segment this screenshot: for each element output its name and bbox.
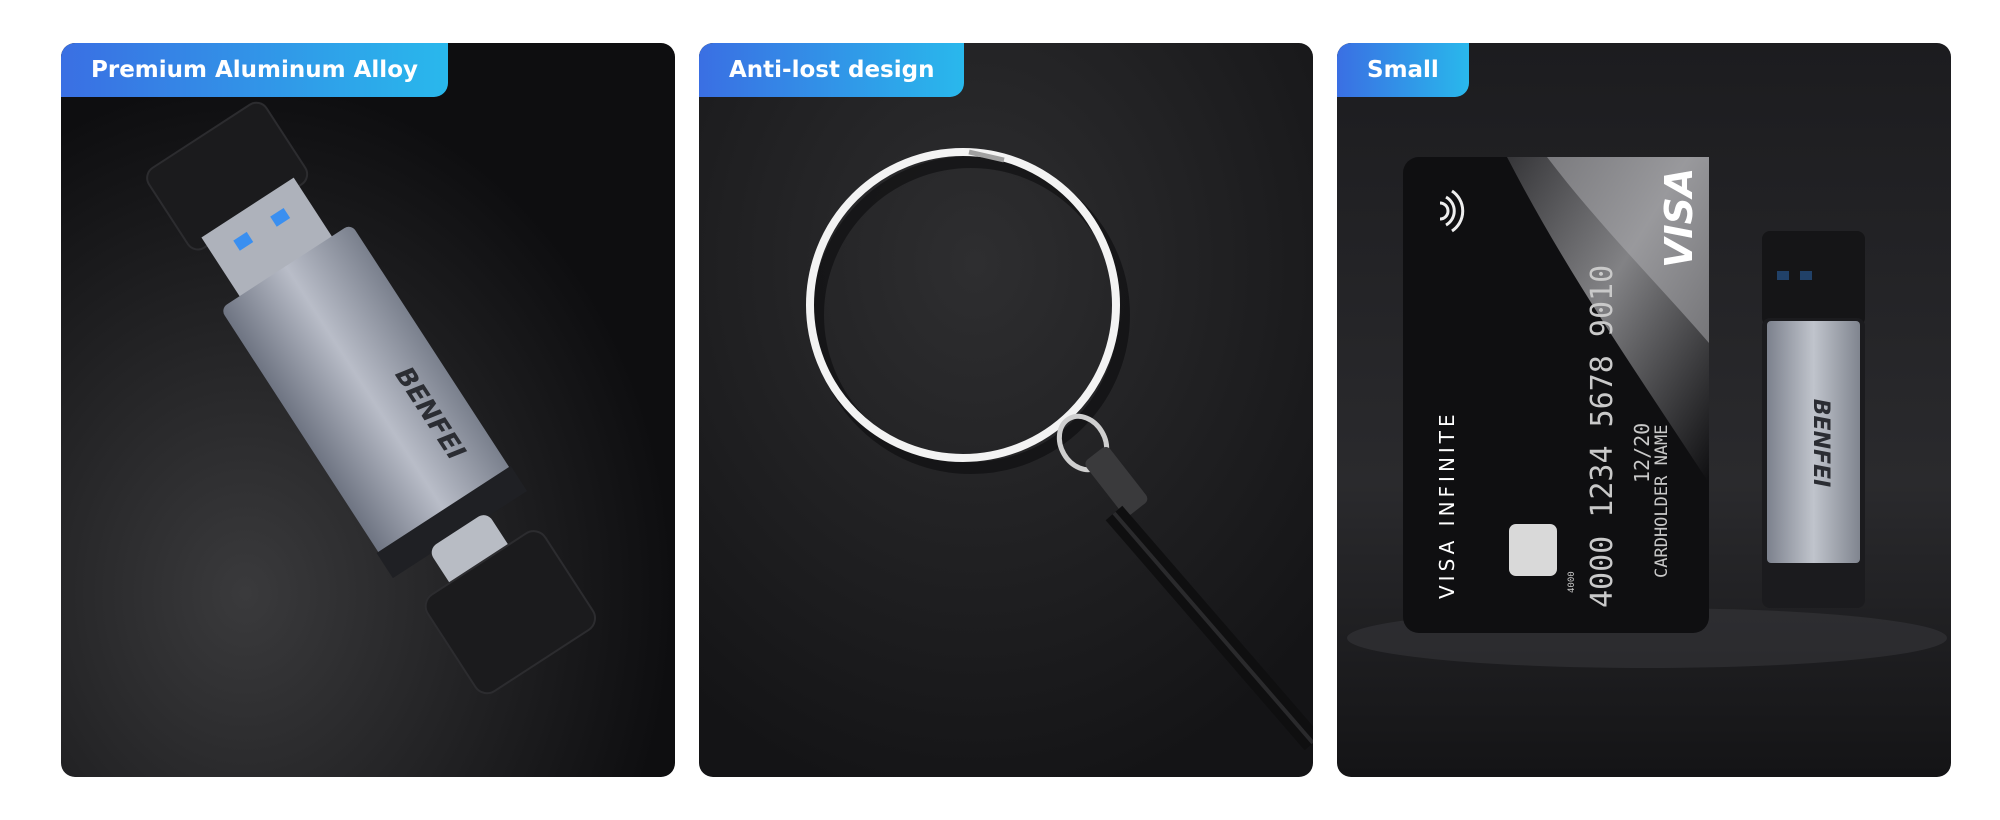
- size-comparison-photo: VISA VISA INFINITE 4000 1234 5678 9010 4…: [1337, 43, 1951, 777]
- panel-aluminum: Premium Aluminum Alloy BENFEI: [61, 43, 675, 777]
- card-reader-photo: BENFEI: [61, 43, 675, 777]
- panel-small: Small VISA VISA INFINITE 4000 1234 5678 …: [1337, 43, 1951, 777]
- card-number: 4000 1234 5678 9010: [1585, 265, 1620, 608]
- lanyard-ring-photo: [699, 43, 1313, 777]
- card-holder: CARDHOLDER NAME: [1652, 424, 1672, 578]
- credit-card: VISA VISA INFINITE 4000 1234 5678 9010 4…: [1403, 157, 1709, 633]
- panel-title-tag: Anti-lost design: [699, 43, 965, 97]
- card-small-number: 4000: [1567, 571, 1577, 593]
- visa-logo: VISA: [1657, 168, 1701, 268]
- panel-anti-lost: Anti-lost design: [699, 43, 1313, 777]
- card-expiry: 12/20: [1630, 423, 1654, 483]
- card-product: VISA INFINITE: [1435, 410, 1459, 599]
- panel-title-tag: Premium Aluminum Alloy: [61, 43, 448, 97]
- panel-title-tag: Small: [1337, 43, 1469, 97]
- brand-logo: BENFEI: [1808, 399, 1833, 487]
